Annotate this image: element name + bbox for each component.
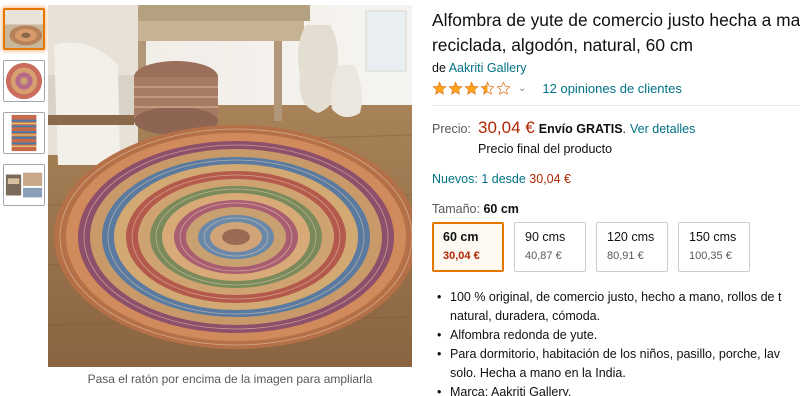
feature-bullet: Marca: Aakriti Gallery. bbox=[432, 383, 800, 396]
feature-bullet: natural, duradera, cómoda. bbox=[450, 309, 601, 323]
product-title: Alfombra de yute de comercio justo hecha… bbox=[432, 10, 800, 55]
star-rating[interactable] bbox=[432, 80, 512, 96]
feature-bullet: Para dormitorio, habitación de los niños… bbox=[432, 345, 800, 364]
zoom-hint: Pasa el ratón por encima de la imagen pa… bbox=[87, 372, 373, 386]
brand-link[interactable]: Aakriti Gallery bbox=[449, 61, 527, 75]
feature-bullet: Alfombra redonda de yute. bbox=[432, 326, 800, 345]
details-link[interactable]: Ver detalles bbox=[630, 122, 695, 136]
thumbnail-3[interactable] bbox=[3, 112, 45, 154]
star-icon bbox=[480, 80, 495, 95]
size-option-label: 150 cms bbox=[689, 230, 737, 244]
rug-room-thumb-icon bbox=[5, 10, 43, 48]
product-info: Alfombra de yute de comercio justo hecha… bbox=[432, 8, 800, 396]
size-option-label: 120 cms bbox=[607, 230, 655, 244]
thumbnail-2[interactable] bbox=[3, 60, 45, 102]
size-option-label: 60 cm bbox=[443, 230, 479, 244]
size-option-price: 100,35 € bbox=[689, 250, 732, 262]
price-row: Precio: 30,04 € Envío GRATIS. Ver detall… bbox=[432, 118, 696, 137]
size-option-label: 90 cms bbox=[525, 230, 566, 244]
rug-photo bbox=[48, 5, 412, 367]
size-option-price: 40,87 € bbox=[525, 250, 562, 262]
size-label-text: Tamaño: bbox=[432, 202, 480, 216]
free-shipping: Envío GRATIS bbox=[538, 122, 623, 136]
rug-round-thumb-icon bbox=[4, 61, 44, 101]
size-swatches: 60 cm 30,04 €90 cms 40,87 €120 cms 80,91 €1… bbox=[432, 222, 800, 272]
price-value: 30,04 € bbox=[478, 118, 535, 137]
size-option-3[interactable]: 150 cms 100,35 € bbox=[678, 222, 750, 272]
reviews-link[interactable]: 12 opiniones de clientes bbox=[542, 81, 682, 96]
new-offers-price[interactable]: 30,04 € bbox=[529, 172, 571, 186]
rug-detail-thumb-icon bbox=[4, 165, 44, 205]
main-product-image[interactable] bbox=[48, 5, 412, 367]
size-selected: 60 cm bbox=[483, 202, 519, 216]
final-price-note: Precio final del producto bbox=[478, 142, 613, 156]
size-option-2[interactable]: 120 cms 80,91 € bbox=[596, 222, 668, 272]
feature-bullet: solo. Hecha a mano en la India. bbox=[450, 366, 626, 380]
star-icon bbox=[496, 80, 511, 95]
star-icon bbox=[432, 80, 447, 95]
size-option-price: 80,91 € bbox=[607, 250, 644, 262]
byline: de Aakriti Gallery bbox=[432, 61, 800, 75]
size-option-1[interactable]: 90 cms 40,87 € bbox=[514, 222, 586, 272]
new-offers[interactable]: Nuevos: 1 desde 30,04 € bbox=[432, 172, 800, 186]
thumbnail-strip bbox=[3, 8, 47, 216]
chevron-down-icon[interactable]: ⌄ bbox=[518, 83, 526, 94]
rating-row: ⌄ 12 opiniones de clientes bbox=[432, 79, 800, 97]
by-prefix: de bbox=[432, 61, 446, 75]
size-label: Tamaño: 60 cm bbox=[432, 202, 800, 216]
thumbnail-1[interactable] bbox=[3, 8, 45, 50]
size-option-price: 30,04 € bbox=[443, 250, 480, 262]
star-icon bbox=[464, 80, 479, 95]
rug-texture-thumb-icon bbox=[4, 113, 44, 153]
price-label: Precio: bbox=[432, 122, 471, 136]
divider bbox=[432, 105, 800, 106]
feature-bullets: 100 % original, de comercio justo, hecho… bbox=[432, 288, 800, 396]
feature-bullet: 100 % original, de comercio justo, hecho… bbox=[432, 288, 800, 307]
size-option-0[interactable]: 60 cm 30,04 € bbox=[432, 222, 504, 272]
thumbnail-4[interactable] bbox=[3, 164, 45, 206]
star-icon bbox=[448, 80, 463, 95]
new-offers-label[interactable]: Nuevos: 1 desde bbox=[432, 172, 526, 186]
rug-shape bbox=[54, 125, 412, 349]
